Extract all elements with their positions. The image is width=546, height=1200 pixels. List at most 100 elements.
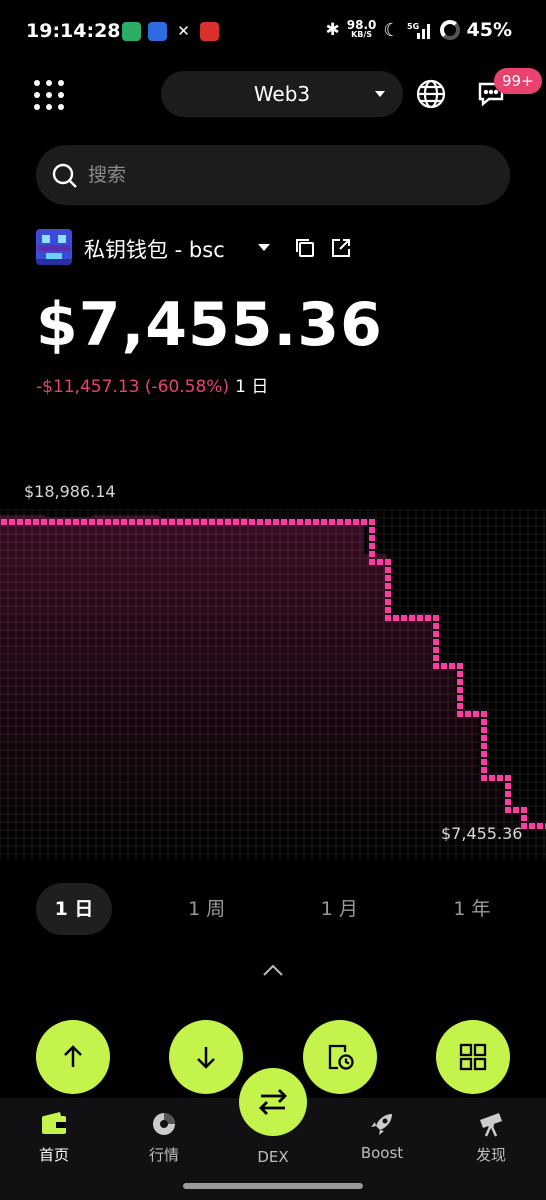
history-icon (328, 1044, 354, 1070)
chart-point (289, 519, 295, 525)
search-input[interactable] (88, 145, 488, 205)
chart-point (41, 519, 47, 525)
chart-point (369, 519, 375, 525)
chart-point (1, 519, 7, 525)
chart-point (385, 607, 391, 613)
app-icon (148, 22, 167, 41)
chart-point (361, 519, 367, 525)
chart-point (433, 647, 439, 653)
chart-point (385, 583, 391, 589)
wallet-name[interactable]: 私钥钱包 - bsc (84, 234, 225, 264)
chart-point (265, 519, 271, 525)
wechat-icon (122, 22, 141, 41)
nav-market[interactable]: 行情 (119, 1110, 209, 1165)
tab-1y[interactable]: 1 年 (434, 883, 510, 935)
chart-point (481, 711, 487, 717)
chart-point (513, 807, 519, 813)
wallet-dropdown-icon[interactable] (258, 244, 270, 251)
chart-point (225, 519, 231, 525)
swap-button[interactable] (239, 1068, 307, 1136)
market-icon (153, 1113, 175, 1135)
net-speed: 98.0 KB/S (347, 19, 377, 40)
chart-point (473, 711, 479, 717)
bank-app-icon (200, 22, 219, 41)
copy-icon[interactable] (294, 237, 316, 259)
chart-point (433, 615, 439, 621)
notification-badge: 99+ (494, 68, 542, 94)
status-bar: 19:14:28 ✕ ✱ 98.0 KB/S ☾ 5G 45% (0, 0, 546, 64)
chart-point (377, 559, 383, 565)
network-selector[interactable]: Web3 (161, 71, 403, 117)
chart-point (457, 687, 463, 693)
chart-min-label: $7,455.36 (441, 824, 523, 843)
search-bar[interactable] (36, 145, 510, 205)
chart-point (369, 559, 375, 565)
chart-point (505, 775, 511, 781)
tab-1w[interactable]: 1 周 (169, 883, 245, 935)
wallet-avatar[interactable] (36, 229, 72, 265)
send-button[interactable] (36, 1020, 110, 1094)
chart-point (401, 615, 407, 621)
chart-point (337, 519, 343, 525)
chart-point (297, 519, 303, 525)
tab-1d[interactable]: 1 日 (36, 883, 112, 935)
history-button[interactable] (303, 1020, 377, 1094)
chart-point (169, 519, 175, 525)
chart-point (65, 519, 71, 525)
chart-point (273, 519, 279, 525)
chart-point (393, 615, 399, 621)
chart-point (321, 519, 327, 525)
external-link-icon[interactable] (330, 237, 352, 259)
chart-point (177, 519, 183, 525)
balance-chart[interactable] (0, 470, 546, 860)
telescope-icon (480, 1113, 502, 1137)
chevron-up-icon[interactable] (261, 962, 285, 978)
chart-point (433, 663, 439, 669)
chart-point (481, 727, 487, 733)
nav-market-label: 行情 (148, 1146, 179, 1164)
chart-point (201, 519, 207, 525)
chart-point (193, 519, 199, 525)
chart-point (385, 575, 391, 581)
chart-max-label: $18,986.14 (24, 482, 116, 501)
chart-point (385, 559, 391, 565)
grid-icon[interactable] (34, 80, 64, 110)
nav-boost-label: Boost (360, 1144, 404, 1162)
nav-discover[interactable]: 发现 (446, 1110, 536, 1165)
tab-1m[interactable]: 1 月 (301, 883, 377, 935)
chart-point (137, 519, 143, 525)
chart-point (105, 519, 111, 525)
chart-point (409, 615, 415, 621)
nav-boost[interactable]: Boost (337, 1110, 427, 1162)
chart-point (481, 735, 487, 741)
x-app-icon: ✕ (174, 22, 193, 41)
notification-icons: ✕ (122, 22, 219, 41)
chart-point (81, 519, 87, 525)
receive-button[interactable] (169, 1020, 243, 1094)
chart-point (505, 807, 511, 813)
chart-point (505, 791, 511, 797)
chart-point (329, 519, 335, 525)
chart-point (457, 703, 463, 709)
chart-point (481, 759, 487, 765)
chart-point (505, 783, 511, 789)
nav-home[interactable]: 首页 (9, 1110, 99, 1165)
chart-point (305, 519, 311, 525)
chart-point (233, 519, 239, 525)
chart-point (249, 519, 255, 525)
chart-point (433, 623, 439, 629)
nav-dex[interactable]: DEX (228, 1142, 318, 1166)
chart-point (449, 663, 455, 669)
chart-point (121, 519, 127, 525)
globe-icon[interactable] (415, 78, 447, 110)
apps-icon (459, 1043, 487, 1071)
chart-point (73, 519, 79, 525)
chart-point (97, 519, 103, 525)
change-period: 1 日 (235, 377, 269, 397)
chart-point (17, 519, 23, 525)
chart-point (209, 519, 215, 525)
chart-point (441, 663, 447, 669)
apps-button[interactable] (436, 1020, 510, 1094)
chart-point (481, 751, 487, 757)
chart-point (425, 615, 431, 621)
